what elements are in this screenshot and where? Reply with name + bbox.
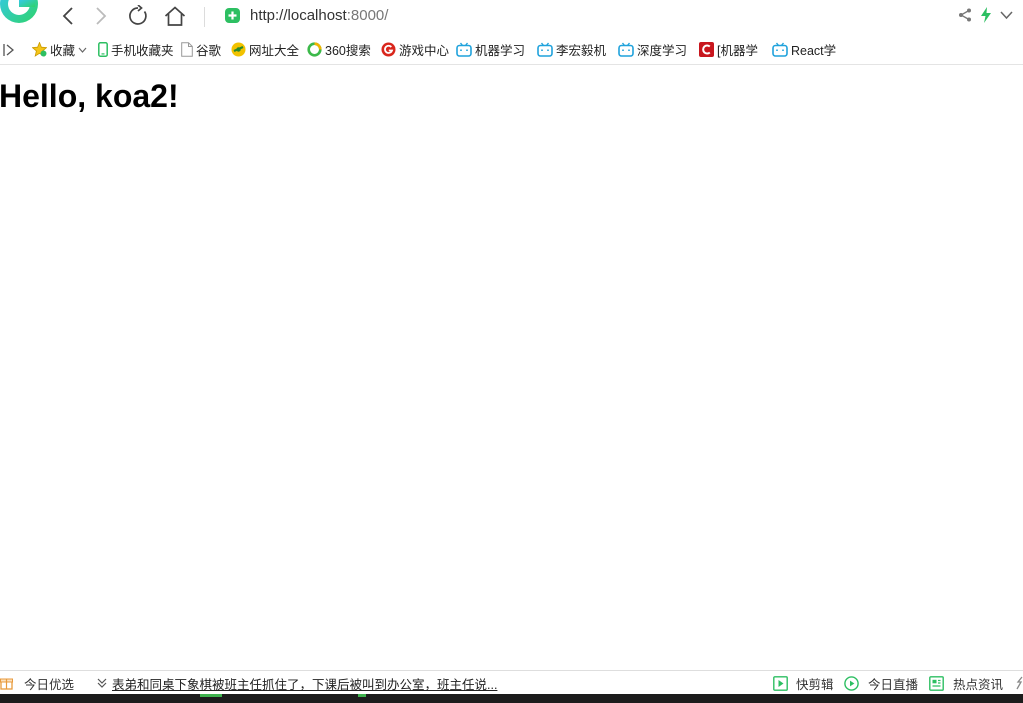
news-headline-link[interactable]: 表弟和同桌下象棋被班主任抓住了，下课后被叫到办公室，班主任说... xyxy=(112,674,497,693)
sidebar-toggle-icon xyxy=(3,43,14,56)
game-icon xyxy=(381,42,396,57)
globe-icon xyxy=(231,42,246,57)
chevron-down-icon[interactable] xyxy=(1000,10,1013,20)
bookmark-google[interactable]: 谷歌 xyxy=(181,41,221,58)
bookmark-li-hongyi[interactable]: 李宏毅机 xyxy=(537,41,606,58)
bilibili-icon xyxy=(537,42,553,57)
bookmark-label: 深度学习 xyxy=(637,44,688,58)
sidebar-toggle-button[interactable] xyxy=(3,41,14,58)
news-ticker[interactable]: 表弟和同桌下象棋被班主任抓住了，下课后被叫到办公室，班主任说... xyxy=(97,674,497,693)
bookmark-label: 360搜索 xyxy=(325,44,371,58)
bookmark-favorites[interactable]: 收藏 xyxy=(32,41,87,58)
star-icon xyxy=(32,42,47,57)
gift-icon xyxy=(0,678,13,690)
taskbar-indicator xyxy=(358,694,366,697)
bookmark-url-directory[interactable]: 网址大全 xyxy=(231,41,299,58)
bookmark-mobile-favorites[interactable]: 手机收藏夹 xyxy=(98,41,174,58)
page-icon xyxy=(181,42,193,57)
link-icon xyxy=(1016,676,1023,690)
bookmark-label: 网址大全 xyxy=(249,44,300,58)
page-content: Hello, koa2! xyxy=(0,65,1023,670)
more-tools-button[interactable] xyxy=(1015,675,1023,691)
toolbar-divider xyxy=(204,7,205,27)
lightning-icon[interactable] xyxy=(980,7,992,23)
reload-button[interactable] xyxy=(126,5,150,27)
bilibili-icon xyxy=(618,42,634,57)
today-picks-button[interactable]: 今日优选 xyxy=(0,675,75,692)
address-bar[interactable]: http://localhost:8000/ xyxy=(250,7,388,25)
home-icon xyxy=(164,6,186,26)
bookmark-deep-learning[interactable]: 深度学习 xyxy=(618,41,687,58)
ring-icon xyxy=(307,42,322,57)
today-live-button[interactable]: 今日直播 xyxy=(844,675,919,692)
bookmark-label: 游戏中心 xyxy=(399,44,450,58)
double-chevron-down-icon xyxy=(97,678,107,688)
chevron-left-icon xyxy=(62,7,73,25)
hot-news-label: 热点资讯 xyxy=(953,677,1004,692)
bookmark-label: [机器学 xyxy=(717,44,758,58)
secure-shield-icon xyxy=(225,8,240,23)
today-picks-label: 今日优选 xyxy=(24,677,75,692)
url-host: http://localhost xyxy=(250,7,347,24)
browser-logo-icon xyxy=(0,0,38,23)
forward-button[interactable] xyxy=(89,5,113,27)
os-taskbar xyxy=(0,694,1023,703)
bookmark-label: 谷歌 xyxy=(196,44,222,58)
bookmark-label: 手机收藏夹 xyxy=(111,44,174,58)
chevron-right-icon xyxy=(96,7,107,25)
status-bar: 今日优选 表弟和同桌下象棋被班主任抓住了，下课后被叫到办公室，班主任说... 快… xyxy=(0,670,1023,694)
play-circle-icon xyxy=(844,675,859,691)
bookmark-machine-learning[interactable]: 机器学习 xyxy=(456,41,525,58)
hot-news-button[interactable]: 热点资讯 xyxy=(929,675,1004,692)
back-button[interactable] xyxy=(56,5,80,27)
chevron-down-icon xyxy=(78,47,87,53)
reload-icon xyxy=(129,5,147,25)
bookmark-csdn-ml[interactable]: [机器学 xyxy=(699,41,758,58)
quick-clip-icon xyxy=(773,675,788,691)
share-icon[interactable] xyxy=(958,8,972,22)
home-button[interactable] xyxy=(163,5,187,27)
news-icon xyxy=(929,675,944,691)
bookmark-label: 李宏毅机 xyxy=(556,44,607,58)
bookmark-label: React学 xyxy=(791,44,837,58)
toolbar-right-tools xyxy=(958,7,1013,23)
url-port: :8000/ xyxy=(346,7,389,24)
csdn-icon xyxy=(699,42,714,57)
bilibili-icon xyxy=(772,42,788,57)
bookmark-360-search[interactable]: 360搜索 xyxy=(307,41,371,58)
bookmark-label: 收藏 xyxy=(50,44,76,58)
browser-toolbar: http://localhost:8000/ xyxy=(0,0,1023,34)
bookmark-label: 机器学习 xyxy=(475,44,526,58)
bookmark-react[interactable]: React学 xyxy=(772,41,836,58)
bookmark-game-center[interactable]: 游戏中心 xyxy=(381,41,449,58)
taskbar-active-indicator xyxy=(200,694,222,697)
bilibili-icon xyxy=(456,42,472,57)
bookmarks-bar: 收藏 手机收藏夹 谷歌 网址大全 360搜索 游戏中心 机器学习 李宏毅机 深度… xyxy=(0,34,1023,65)
quick-clip-label: 快剪辑 xyxy=(796,677,834,692)
today-live-label: 今日直播 xyxy=(868,677,919,692)
page-heading: Hello, koa2! xyxy=(0,78,179,114)
quick-clip-button[interactable]: 快剪辑 xyxy=(773,675,834,692)
phone-icon xyxy=(98,42,108,57)
